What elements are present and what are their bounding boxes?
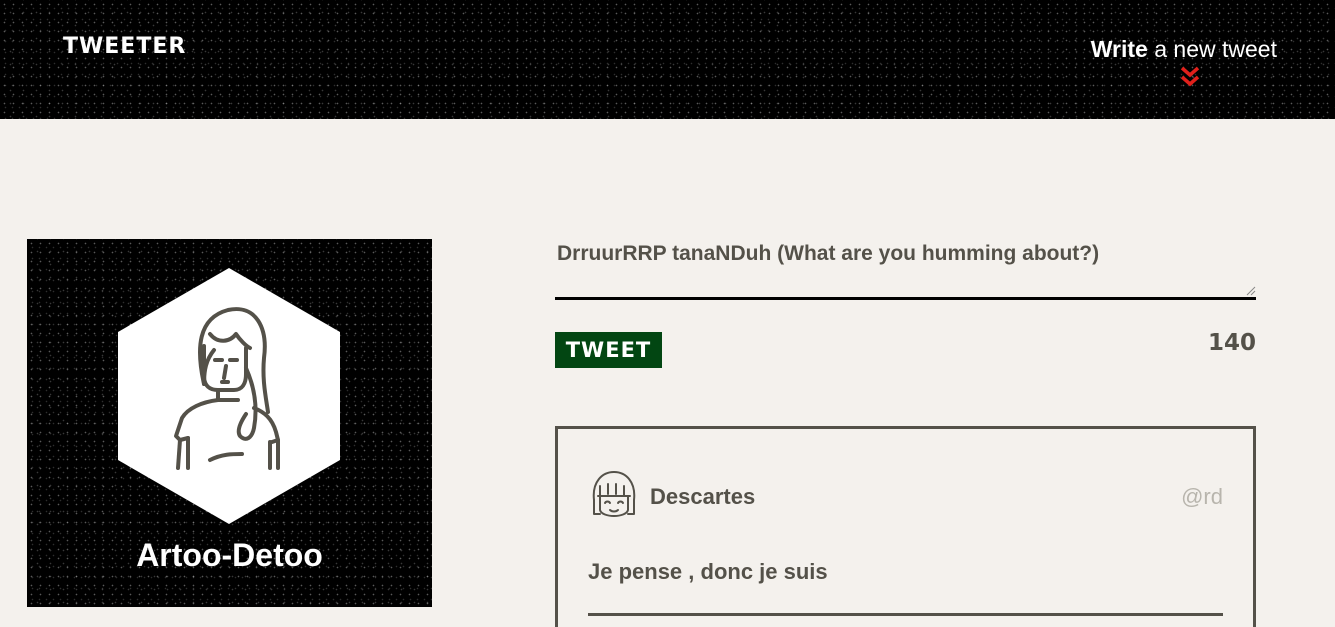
top-nav: TWEETER Write a new tweet <box>0 0 1335 119</box>
tweet-card: Descartes @rd Je pense , donc je suis <box>555 426 1256 627</box>
girl-avatar-icon <box>592 471 636 517</box>
tweet-author: Descartes <box>650 484 756 509</box>
character-counter: 140 <box>1207 330 1256 356</box>
compose-link-rest: a new tweet <box>1147 36 1277 62</box>
tweet-divider <box>588 613 1223 616</box>
double-chevron-down-icon[interactable] <box>1179 66 1201 88</box>
resize-handle-icon[interactable] <box>1246 286 1256 296</box>
compose-link-strong: Write <box>1090 36 1148 62</box>
tweet-textarea[interactable] <box>555 230 1256 300</box>
tweet-handle: @rd <box>1181 484 1223 509</box>
tweet-content: Je pense , donc je suis <box>588 559 828 584</box>
profile-name: Artoo-Detoo <box>136 537 323 573</box>
compose-area: TWEET 140 <box>555 230 1256 368</box>
tweet-button[interactable]: TWEET <box>555 332 662 368</box>
woman-avatar-icon <box>118 268 340 524</box>
brand-logo[interactable]: TWEETER <box>63 34 186 59</box>
write-new-tweet-link[interactable]: Write a new tweet <box>1090 36 1277 87</box>
profile-card: Artoo-Detoo <box>27 239 432 607</box>
